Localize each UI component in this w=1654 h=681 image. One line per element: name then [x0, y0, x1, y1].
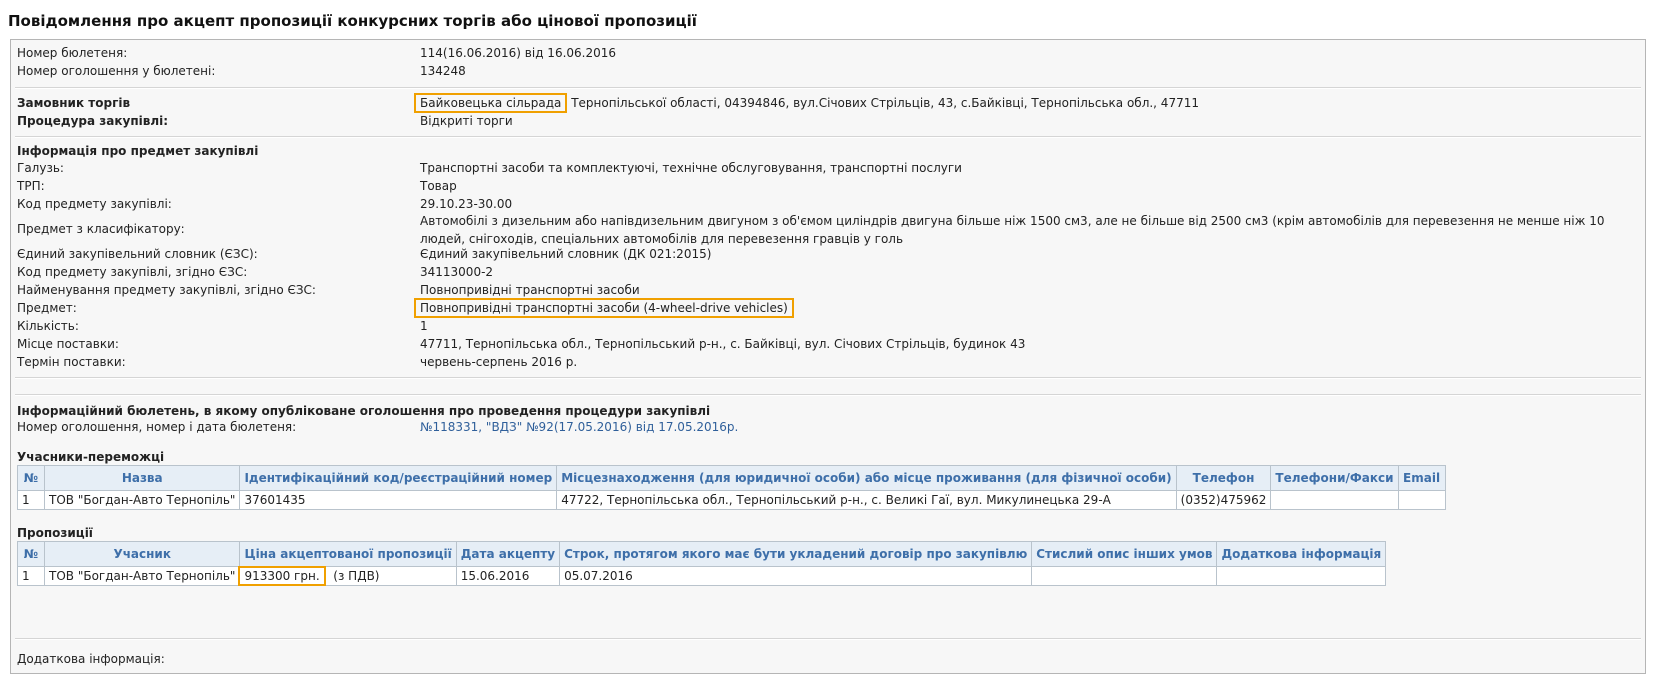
divider	[15, 377, 1641, 379]
classifier-label: Предмет з класифікатору:	[17, 222, 185, 236]
info-bulletin-heading: Інформаційний бюлетень, в якому опубліко…	[17, 404, 711, 418]
col-phones-fax: Телефони/Факси	[1270, 465, 1399, 491]
proposal-price-highlight: 913300 грн.	[238, 566, 326, 586]
proposals-table: № Учасник Ціна акцептованої пропозиції Д…	[17, 541, 1387, 586]
proposal-additional-info	[1216, 566, 1387, 586]
classifier-value: Автомобілі з дизельним або напівдизельни…	[420, 214, 1605, 246]
proposals-header-row: № Учасник Ціна акцептованої пропозиції Д…	[17, 541, 1387, 567]
ezs-name-value: Повнопривідні транспортні засоби	[420, 283, 640, 297]
col-phone: Телефон	[1175, 465, 1272, 491]
subject-heading: Інформація про предмет закупівлі	[17, 144, 259, 158]
winner-location: 47722, Тернопільська обл., Тернопільськи…	[556, 490, 1177, 510]
page-title: Повідомлення про акцепт пропозиції конку…	[8, 12, 697, 30]
ezs-name-label: Найменування предмету закупівлі, згідно …	[17, 283, 316, 297]
col-accept-date: Дата акцепту	[455, 541, 561, 567]
col-price: Ціна акцептованої пропозиції	[239, 541, 457, 567]
announcement-number-value: 134248	[420, 64, 466, 78]
divider	[15, 394, 1641, 396]
delivery-place-value: 47711, Тернопільська обл., Тернопільськи…	[420, 337, 1026, 351]
table-row: 1 ТОВ "Богдан-Авто Тернопіль" 37601435 4…	[17, 490, 1446, 510]
table-row: 1 ТОВ "Богдан-Авто Тернопіль" 913300 грн…	[17, 566, 1387, 586]
procedure-label: Процедура закупівлі:	[17, 114, 169, 128]
trp-value: Товар	[420, 179, 457, 193]
proposal-contract-term: 05.07.2016	[559, 566, 1033, 586]
winner-phone: (0352)475962	[1175, 490, 1272, 510]
col-contract-term: Строк, протягом якого має бути укладений…	[559, 541, 1033, 567]
item-code-value: 29.10.23-30.00	[420, 197, 513, 211]
item-label: Предмет:	[17, 301, 77, 315]
customer-value: Байковецька сільрада Тернопільської обла…	[414, 93, 1199, 113]
winner-name: ТОВ "Богдан-Авто Тернопіль"	[43, 490, 241, 510]
winner-email	[1397, 490, 1446, 510]
proposals-heading: Пропозиції	[17, 526, 93, 540]
delivery-term-value: червень-серпень 2016 р.	[420, 355, 578, 369]
item-value-highlight: Повнопривідні транспортні засоби (4-whee…	[414, 298, 794, 318]
announcement-number-label: Номер оголошення у бюлетені:	[17, 64, 216, 78]
proposal-participant: ТОВ "Богдан-Авто Тернопіль"	[43, 566, 241, 586]
info-bulletin-label: Номер оголошення, номер і дата бюлетеня:	[17, 420, 297, 434]
item-value: Повнопривідні транспортні засоби (4-whee…	[414, 298, 794, 318]
col-additional-info: Додаткова інформація	[1216, 541, 1387, 567]
industry-label: Галузь:	[17, 161, 64, 175]
divider	[15, 638, 1641, 640]
col-name: Назва	[43, 465, 241, 491]
winners-table: № Назва Ідентифікаційний код/реєстраційн…	[17, 465, 1446, 510]
dictionary-label: Єдиний закупівельний словник (ЄЗС):	[17, 247, 258, 261]
proposal-other-terms	[1031, 566, 1218, 586]
col-other-terms: Стислий опис інших умов	[1031, 541, 1218, 567]
bulletin-number-value: 114(16.06.2016) від 16.06.2016	[420, 46, 617, 60]
winner-id-code: 37601435	[239, 490, 558, 510]
additional-info-label: Додаткова інформація:	[17, 652, 165, 666]
winners-header-row: № Назва Ідентифікаційний код/реєстраційн…	[17, 465, 1446, 491]
divider	[15, 87, 1641, 89]
customer-details: Тернопільської області, 04394846, вул.Сі…	[571, 96, 1199, 110]
col-id-code: Ідентифікаційний код/реєстраційний номер	[239, 465, 558, 491]
proposal-accept-date: 15.06.2016	[455, 566, 561, 586]
divider	[15, 136, 1641, 138]
quantity-value: 1	[420, 319, 428, 333]
col-email: Email	[1397, 465, 1446, 491]
col-number: №	[17, 465, 45, 491]
notice-panel: Номер бюлетеня: 114(16.06.2016) від 16.0…	[10, 39, 1646, 674]
delivery-term-label: Термін поставки:	[17, 355, 126, 369]
quantity-label: Кількість:	[17, 319, 79, 333]
industry-value: Транспортні засоби та комплектуючі, техн…	[420, 161, 962, 175]
winners-heading: Учасники-переможці	[17, 450, 165, 464]
col-number: №	[17, 541, 45, 567]
info-bulletin-link[interactable]: №118331, "ВДЗ" №92(17.05.2016) від 17.05…	[420, 419, 738, 435]
trp-label: ТРП:	[17, 179, 45, 193]
col-location: Місцезнаходження (для юридичної особи) а…	[556, 465, 1177, 491]
procedure-value: Відкриті торги	[420, 114, 513, 128]
customer-name-highlight: Байковецька сільрада	[414, 93, 568, 113]
proposal-price: 913300 грн. (з ПДВ)	[238, 566, 457, 586]
bulletin-number-label: Номер бюлетеня:	[17, 46, 128, 60]
item-code-label: Код предмету закупівлі:	[17, 197, 172, 211]
delivery-place-label: Місце поставки:	[17, 337, 119, 351]
ezs-code-label: Код предмету закупівлі, згідно ЄЗС:	[17, 265, 248, 279]
col-participant: Учасник	[43, 541, 241, 567]
ezs-code-value: 34113000-2	[420, 265, 494, 279]
proposal-vat: (з ПДВ)	[333, 569, 380, 583]
dictionary-value: Єдиний закупівельний словник (ДК 021:201…	[420, 247, 712, 261]
winner-number: 1	[17, 490, 45, 510]
winner-phones-fax	[1270, 490, 1399, 510]
proposal-number: 1	[17, 566, 45, 586]
customer-label: Замовник торгів	[17, 96, 131, 110]
